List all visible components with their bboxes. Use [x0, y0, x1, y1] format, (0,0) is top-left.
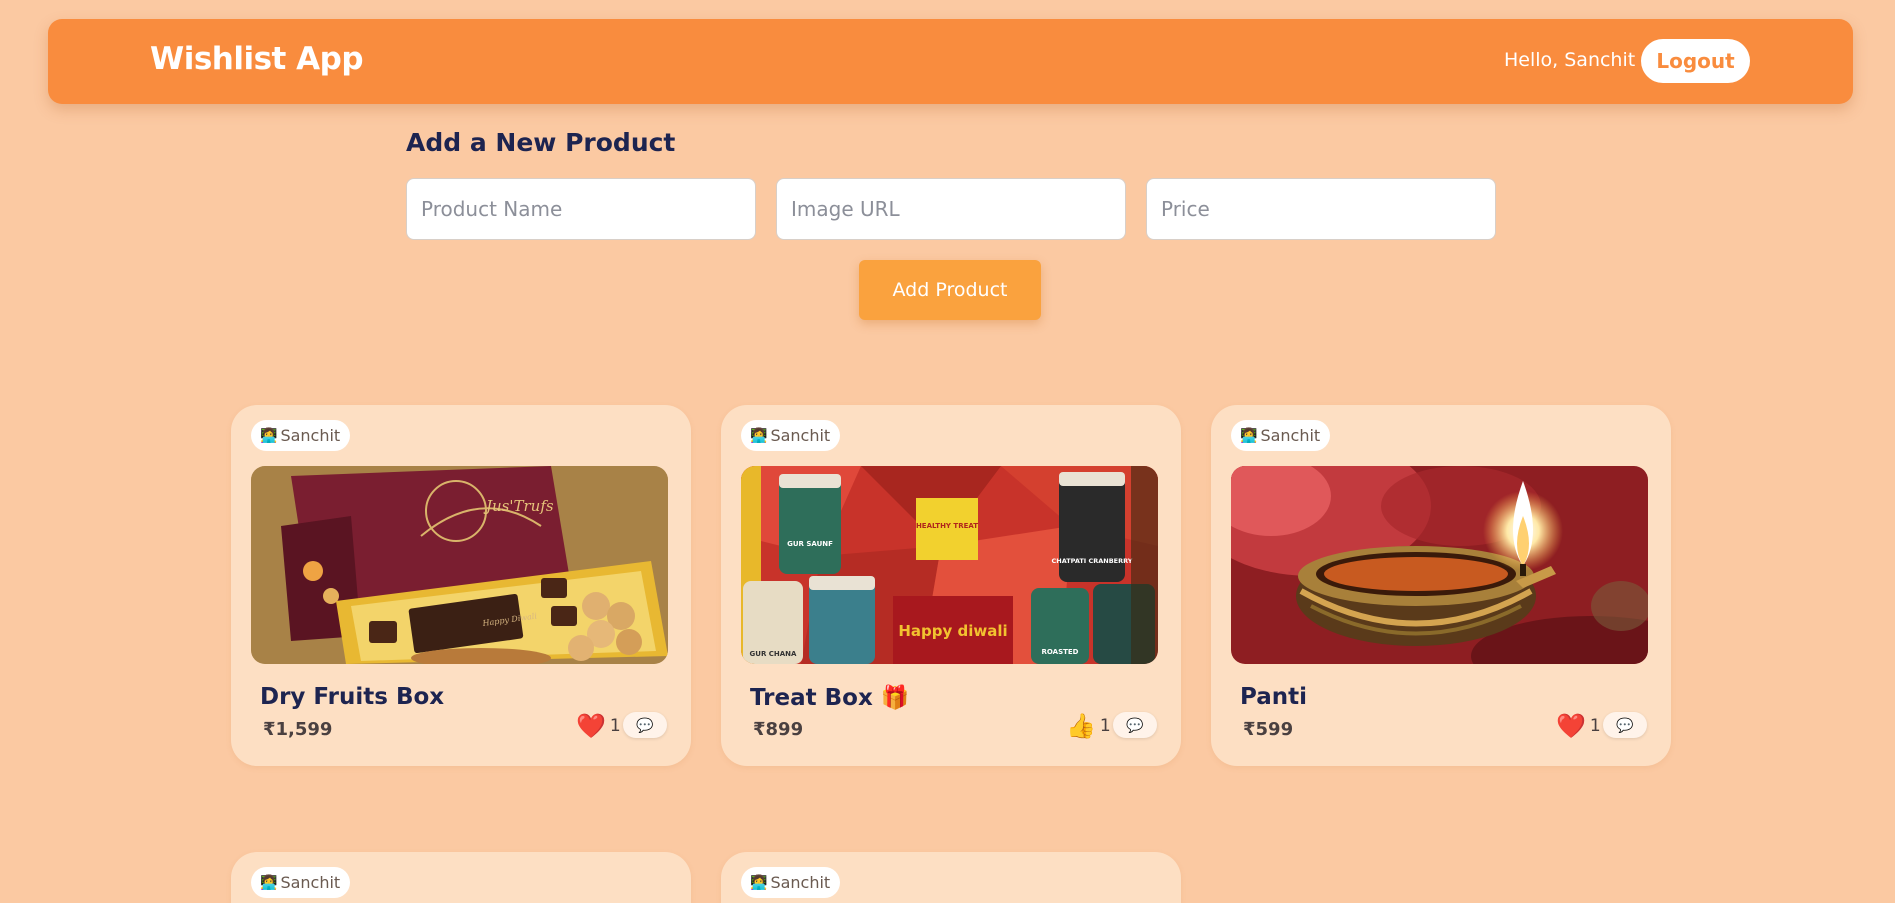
owner-name: Sanchit [1260, 426, 1321, 445]
add-product-title: Add a New Product [406, 128, 676, 157]
image-url-input[interactable] [776, 178, 1126, 240]
user-avatar-icon: 👩‍💻 [750, 427, 768, 444]
reaction-button[interactable]: 👍 1 [1066, 712, 1111, 740]
owner-name: Sanchit [770, 426, 831, 445]
jar-label: CHATPATI CRANBERRY [1052, 557, 1133, 565]
owner-badge: 👩‍💻 Sanchit [741, 867, 841, 898]
owner-name: Sanchit [770, 873, 831, 892]
user-greeting: Hello, Sanchit [1504, 49, 1636, 71]
product-card: 👩‍💻 Sanchit [721, 852, 1181, 903]
product-price: ₹599 [1243, 719, 1294, 740]
comment-button[interactable]: 💬 [1113, 712, 1157, 738]
product-card: 👩‍💻 Sanchit [231, 852, 691, 903]
product-name: Dry Fruits Box [260, 684, 445, 710]
box-brand-text: Jus'Trufs [483, 497, 554, 515]
product-card: 👩‍💻 Sanchit HEALTHY TREAT Happy diwali G… [721, 405, 1181, 766]
product-price: ₹899 [753, 719, 804, 740]
comment-button[interactable]: 💬 [623, 712, 667, 738]
reaction-count: 1 [1099, 716, 1111, 736]
product-name: Panti [1240, 684, 1308, 710]
product-name-input[interactable] [406, 178, 756, 240]
owner-badge: 👩‍💻 Sanchit [1231, 420, 1331, 451]
product-image: HEALTHY TREAT Happy diwali GUR SAUNF GUR… [741, 466, 1158, 664]
jar-label: GUR CHANA [750, 650, 798, 658]
heart-icon: ❤️ [576, 712, 606, 740]
reaction-button[interactable]: ❤️ 1 [1556, 712, 1601, 740]
user-avatar-icon: 👩‍💻 [260, 427, 278, 444]
treat-box-label: HEALTHY TREAT [916, 522, 978, 530]
reaction-count: 1 [609, 716, 621, 736]
user-avatar-icon: 👩‍💻 [1240, 427, 1258, 444]
reaction-button[interactable]: ❤️ 1 [576, 712, 621, 740]
thumbs-up-icon: 👍 [1066, 712, 1096, 740]
owner-badge: 👩‍💻 Sanchit [741, 420, 841, 451]
add-product-button[interactable]: Add Product [859, 260, 1041, 320]
jar-label: GUR SAUNF [787, 540, 833, 548]
speech-bubble-icon: 💬 [1126, 716, 1144, 733]
product-card: 👩‍💻 Sanchit Jus'Trufs Happy Diwali [231, 405, 691, 766]
app-brand: Wishlist App [150, 41, 364, 77]
product-image [1231, 466, 1648, 664]
owner-badge: 👩‍💻 Sanchit [251, 420, 351, 451]
user-avatar-icon: 👩‍💻 [750, 874, 768, 891]
diwali-card-text: Happy diwali [898, 622, 1007, 640]
price-input[interactable] [1146, 178, 1496, 240]
product-name: Treat Box 🎁 [750, 685, 910, 711]
product-image: Jus'Trufs Happy Diwali [251, 466, 668, 664]
comment-button[interactable]: 💬 [1603, 712, 1647, 738]
owner-name: Sanchit [280, 873, 341, 892]
speech-bubble-icon: 💬 [636, 716, 654, 733]
speech-bubble-icon: 💬 [1616, 716, 1634, 733]
reaction-count: 1 [1589, 716, 1601, 736]
heart-icon: ❤️ [1556, 712, 1586, 740]
product-card: 👩‍💻 Sanchit [1211, 405, 1671, 766]
user-avatar-icon: 👩‍💻 [260, 874, 278, 891]
product-price: ₹1,599 [263, 719, 333, 740]
owner-name: Sanchit [280, 426, 341, 445]
owner-badge: 👩‍💻 Sanchit [251, 867, 351, 898]
logout-button[interactable]: Logout [1641, 39, 1750, 83]
navbar: Wishlist App Hello, Sanchit Logout [48, 19, 1853, 104]
jar-label: ROASTED [1042, 648, 1079, 656]
